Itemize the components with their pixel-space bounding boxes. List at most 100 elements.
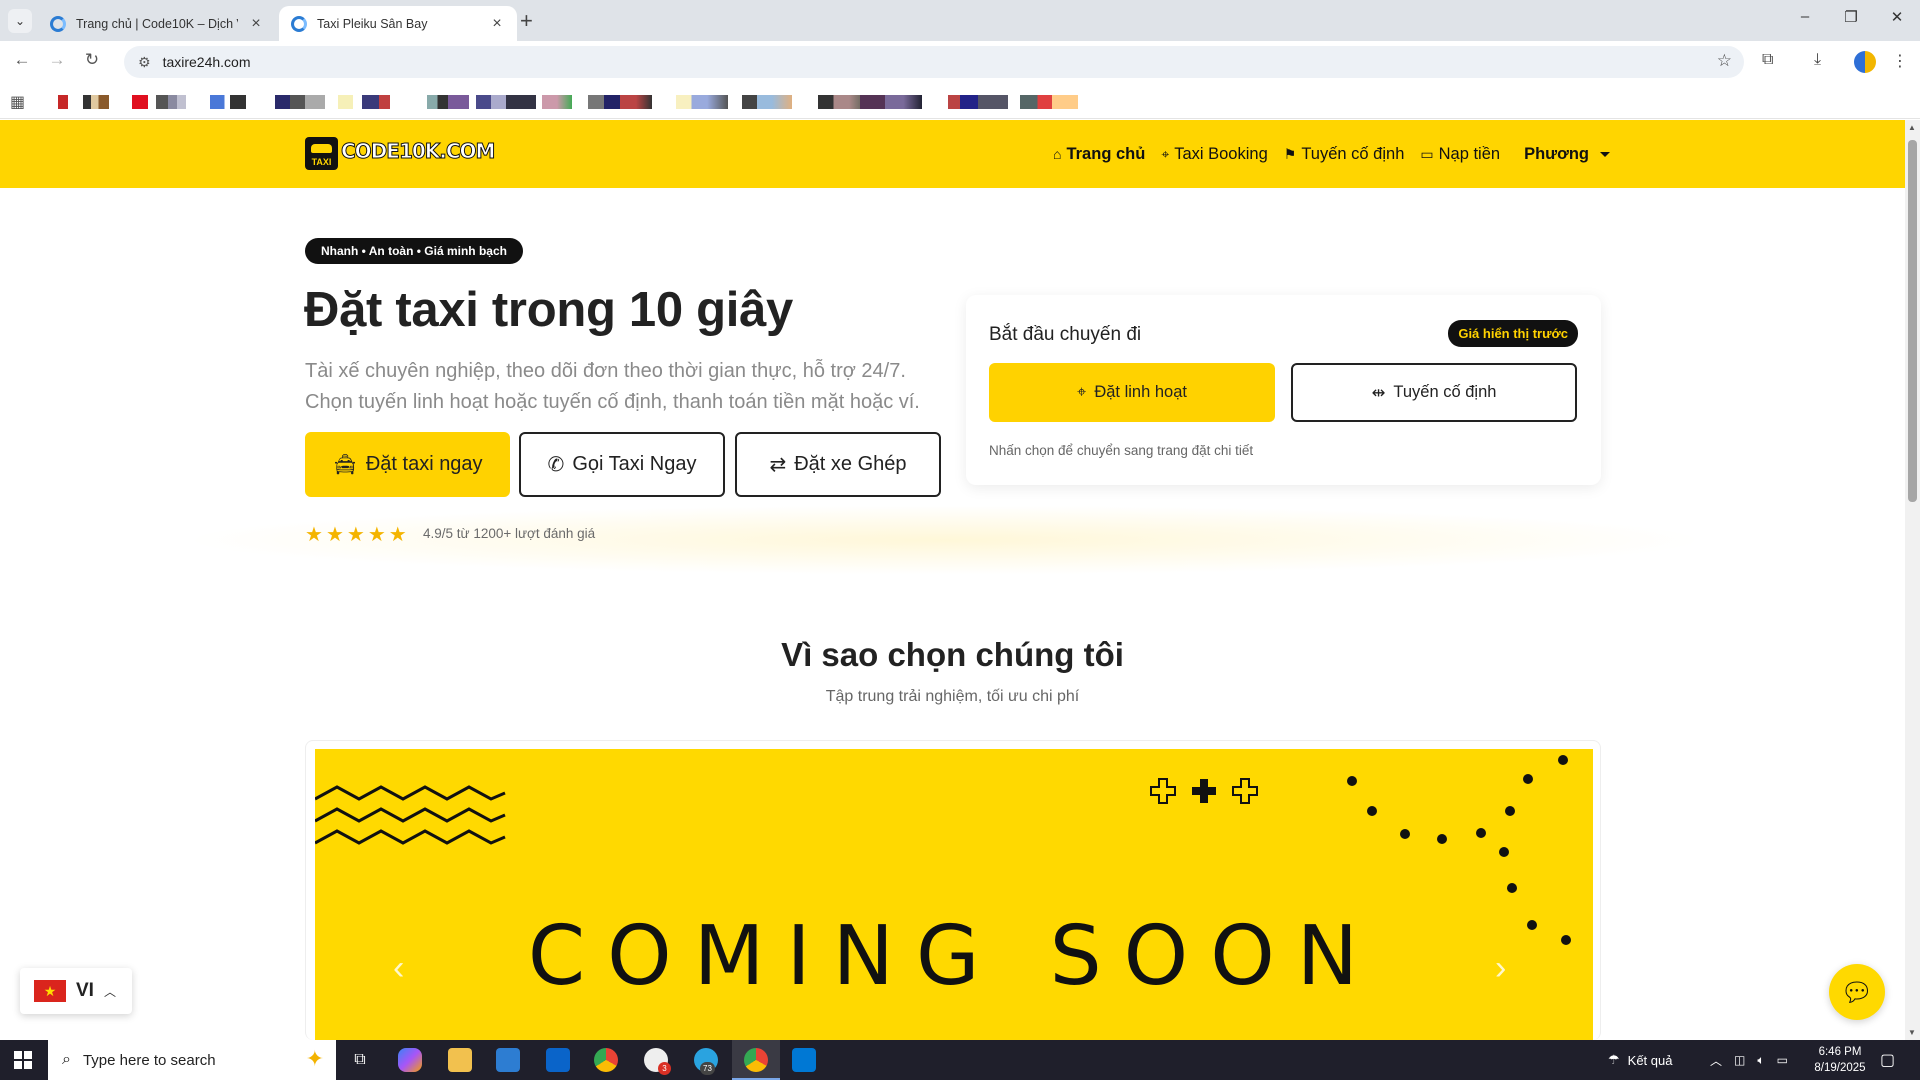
bookmark-item[interactable] (588, 95, 652, 109)
taxi-logo-badge: TAXI (305, 137, 338, 170)
shared-ride-button[interactable]: ⇄ Đặt xe Ghép (735, 432, 941, 497)
bookmark-star-icon[interactable]: ☆ (1717, 51, 1732, 71)
chrome-profile-icon[interactable] (744, 1048, 768, 1072)
reload-icon[interactable]: ↻ (80, 50, 104, 70)
file-explorer-icon[interactable] (448, 1048, 472, 1072)
bookmark-item[interactable] (338, 95, 353, 109)
carousel-prev-icon[interactable]: ‹ (393, 949, 404, 988)
bookmark-item[interactable] (275, 95, 325, 109)
caret-down-icon (1600, 152, 1610, 162)
user-dropdown[interactable]: Phương (1524, 145, 1610, 164)
phone-icon: ✆ (547, 454, 565, 476)
nav-item-top-up[interactable]: ▭ Nạp tiền (1420, 145, 1500, 164)
vscode-icon[interactable] (792, 1048, 816, 1072)
tray-chevron-icon[interactable]: ︿ (1710, 1052, 1722, 1069)
taskbar-search[interactable]: ⌕ Type here to search ✦ (48, 1040, 336, 1080)
bookmark-item[interactable] (58, 95, 68, 109)
carousel-next-icon[interactable]: › (1495, 949, 1506, 988)
close-tab-icon[interactable]: × (489, 15, 505, 33)
section-subtitle: Tập trung trải nghiệm, tối ưu chi phí (825, 688, 1080, 705)
bookmark-item[interactable] (83, 95, 109, 109)
profile-avatar[interactable] (1854, 51, 1876, 73)
search-placeholder: Type here to search (82, 1051, 216, 1069)
back-icon[interactable]: ← (10, 50, 34, 70)
menu-kebab-icon[interactable]: ⋮ (1892, 51, 1908, 71)
bookmark-item[interactable] (476, 95, 536, 109)
bookmark-item[interactable] (427, 95, 469, 109)
notifications-icon[interactable]: ▢ (1880, 1040, 1895, 1080)
close-tab-icon[interactable]: × (248, 15, 264, 33)
language-code: VI (76, 980, 94, 1001)
tab-search-button[interactable]: ⌄ (8, 9, 32, 33)
bookmark-item[interactable] (948, 95, 1008, 109)
main-nav: ⌂ Trang chủ ⌖ Taxi Booking ⚑ Tuyến cố đị… (1053, 120, 1610, 188)
bookmark-item[interactable] (156, 95, 186, 109)
chat-bubble-button[interactable]: 💬︎ (1829, 964, 1885, 1020)
hero-pill-badge: Nhanh • An toàn • Giá minh bạch (305, 238, 523, 264)
language-switcher[interactable]: ★ VI ︿ (20, 968, 132, 1014)
card-hint: Nhấn chọn để chuyển sang trang đặt chi t… (989, 443, 1254, 458)
button-label: Đặt linh hoạt (1094, 383, 1187, 401)
nav-item-home[interactable]: ⌂ Trang chủ (1053, 145, 1145, 164)
extensions-icon[interactable]: ⧉ (1762, 51, 1773, 69)
hero-title: Đặt taxi trong 10 giây (304, 283, 793, 337)
browser-tab-active[interactable]: Taxi Pleiku Sân Bay × (279, 6, 517, 41)
carousel: COMING SOON ‹ › (305, 740, 1601, 1041)
copilot-icon[interactable] (398, 1048, 422, 1072)
wallet-icon: ▭ (1420, 145, 1434, 162)
close-window-icon[interactable]: ✕ (1882, 8, 1912, 26)
call-taxi-button[interactable]: ✆ Gọi Taxi Ngay (519, 432, 725, 497)
minimize-icon[interactable]: – (1790, 8, 1820, 25)
forward-icon[interactable]: → (45, 50, 69, 70)
scrollbar-thumb[interactable] (1908, 140, 1917, 502)
camera-icon[interactable]: ◫ (1734, 1053, 1745, 1067)
new-tab-icon[interactable]: + (520, 8, 533, 34)
card-title: Bắt đầu chuyến đi (989, 324, 1142, 345)
notification-badge: 73 (700, 1062, 715, 1075)
weather-widget[interactable]: ☂ Kết quả (1608, 1040, 1672, 1080)
button-label: Tuyến cố định (1393, 383, 1497, 401)
site-favicon-icon (50, 15, 66, 32)
star-icon: ★ (325, 524, 344, 546)
chrome-icon[interactable] (594, 1048, 618, 1072)
download-icon[interactable]: ⤓ (1814, 51, 1821, 69)
scroll-down-icon[interactable]: ▼ (1908, 1028, 1916, 1037)
bookmark-item[interactable] (132, 95, 148, 109)
book-taxi-now-button[interactable]: 🚖︎ Đặt taxi ngay (305, 432, 510, 497)
bookmark-item[interactable] (542, 95, 572, 109)
store-icon[interactable] (496, 1048, 520, 1072)
nav-label: Nạp tiền (1438, 144, 1501, 163)
bookmark-item[interactable] (362, 95, 390, 109)
speaker-icon[interactable]: 🔈︎ (1757, 1053, 1764, 1068)
url-bar[interactable]: ⚙ taxire24h.com ☆ (124, 46, 1744, 78)
chat-icon: 💬︎ (1840, 976, 1874, 1007)
scroll-up-icon[interactable]: ▲ (1908, 123, 1916, 132)
site-logo[interactable]: TAXI CODE10K.COM (305, 137, 496, 170)
nav-item-fixed-routes[interactable]: ⚑ Tuyến cố định (1284, 145, 1405, 164)
site-info-icon[interactable]: ⚙ (138, 54, 151, 71)
fixed-route-button[interactable]: ⇹ Tuyến cố định (1291, 363, 1577, 422)
bookmark-item[interactable] (210, 95, 246, 109)
nav-label: Trang chủ (1066, 144, 1146, 163)
network-icon[interactable]: ▭ (1777, 1053, 1788, 1067)
flexible-booking-button[interactable]: ⌖ Đặt linh hoạt (989, 363, 1275, 422)
bookmark-item[interactable] (742, 95, 792, 109)
hero-subtitle: Tài xế chuyên nghiệp, theo dõi đơn theo … (305, 360, 920, 413)
restore-icon[interactable]: ❐ (1836, 8, 1866, 26)
browser-tab[interactable]: Trang chủ | Code10K – Dịch Vụ × (38, 6, 276, 41)
bookmark-item[interactable] (1020, 95, 1078, 109)
outlook-icon[interactable] (546, 1048, 570, 1072)
chevron-up-icon: ︿ (103, 984, 116, 999)
task-view-icon[interactable]: ⧉ (348, 1048, 372, 1072)
nav-item-taxi-booking[interactable]: ⌖ Taxi Booking (1161, 145, 1267, 164)
taskbar-clock[interactable]: 6:46 PM 8/19/2025 (1800, 1044, 1880, 1076)
button-label: Đặt xe Ghép (794, 453, 907, 475)
apps-grid-icon[interactable]: ▦ (10, 92, 25, 112)
windows-start-icon[interactable] (14, 1051, 32, 1069)
bookmark-item[interactable] (860, 95, 922, 109)
map-pin-icon: ⌖ (1161, 145, 1170, 162)
weather-icon: ☂ (1608, 1052, 1620, 1067)
page-scrollbar[interactable]: ▲ ▼ (1905, 120, 1920, 1040)
bookmark-item[interactable] (676, 95, 728, 109)
booking-card: Bắt đầu chuyến đi Giá hiển thị trước ⌖ Đ… (966, 295, 1601, 485)
